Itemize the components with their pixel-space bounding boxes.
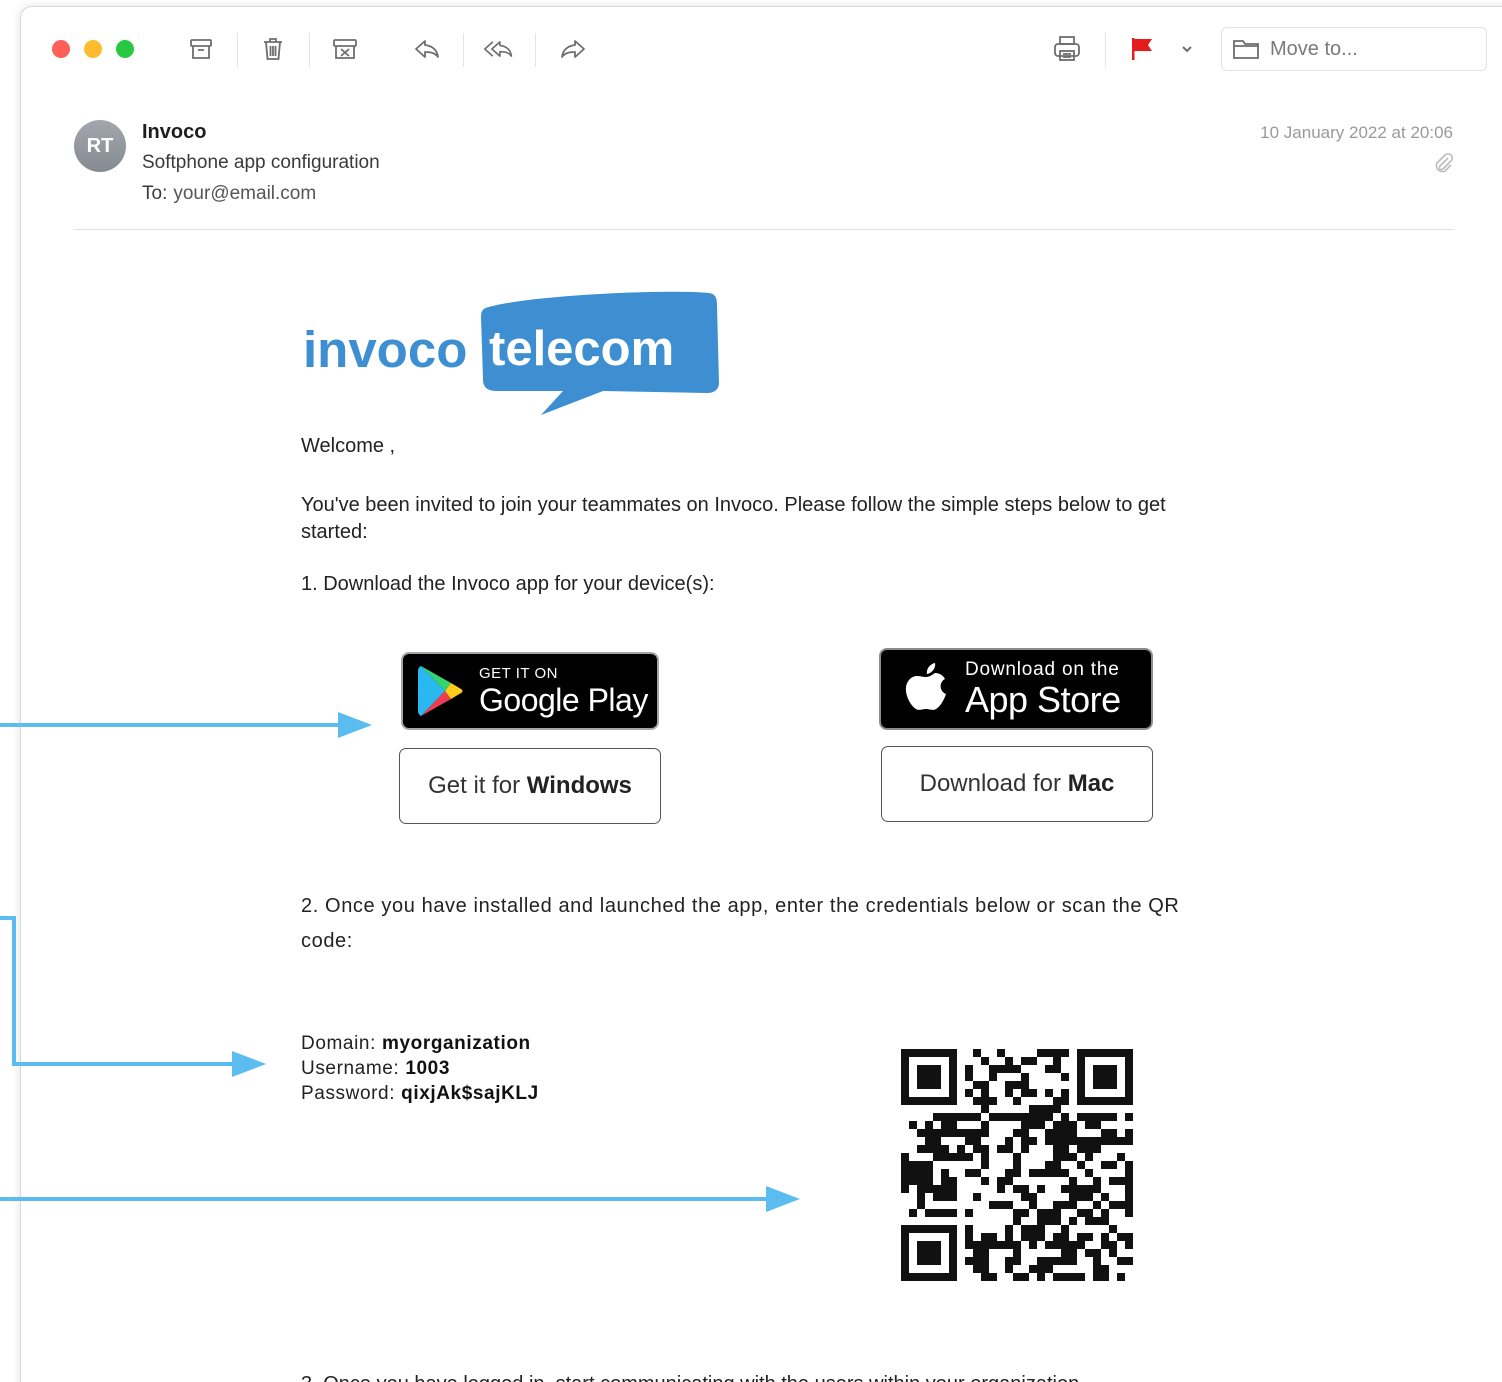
to-label: To: (142, 183, 168, 204)
app-store-small-text: Download on the (965, 659, 1120, 680)
toolbar: Move to... (21, 7, 1502, 91)
delete-button[interactable] (257, 33, 289, 65)
toolbar-separator (237, 33, 238, 67)
message-date: 10 January 2022 at 20:06 (1260, 123, 1453, 142)
logo-word-telecom: telecom (489, 322, 674, 376)
reply-all-button[interactable] (483, 33, 515, 65)
step-2-text: 2. Once you have installed and launched … (301, 895, 1180, 952)
paperclip-icon (1435, 152, 1454, 173)
toolbar-separator (535, 33, 536, 67)
google-play-big-text: Google Play (479, 682, 648, 718)
invoco-telecom-logo: invoco telecom (301, 287, 721, 432)
attachment-indicator[interactable] (1433, 152, 1454, 179)
windows-button-prefix: Get it for (428, 772, 521, 799)
flag-button[interactable] (1125, 33, 1157, 65)
google-play-small-text: GET IT ON (479, 665, 558, 682)
minimize-window-button[interactable] (84, 40, 102, 58)
logo-word-invoco: invoco (303, 321, 467, 378)
username-row: Username: 1003 (301, 1056, 539, 1081)
windows-button-bold: Windows (526, 772, 632, 799)
archive-button[interactable] (185, 33, 217, 65)
toolbar-separator (463, 33, 464, 67)
domain-value: myorganization (381, 1033, 531, 1054)
junk-button[interactable] (329, 33, 361, 65)
download-for-mac-button[interactable]: Download for Mac (881, 746, 1153, 822)
message-subject: Softphone app configuration (142, 152, 380, 173)
stage: Move to... RT Invoco Softphone app confi… (0, 0, 1502, 1382)
folder-icon (1233, 40, 1259, 59)
zoom-window-button[interactable] (116, 40, 134, 58)
username-label: Username: (301, 1058, 400, 1079)
move-to-menu[interactable]: Move to... (1221, 27, 1487, 71)
welcome-text: Welcome , (301, 435, 396, 457)
password-value: qixjAk$sajKLJ (401, 1083, 539, 1104)
print-button[interactable] (1051, 33, 1083, 65)
domain-row: Domain: myorganization (301, 1031, 539, 1056)
flag-menu-button[interactable] (1171, 33, 1203, 65)
archive-icon (190, 39, 212, 59)
flag-icon (1132, 38, 1152, 60)
header-divider (74, 229, 1454, 230)
intro-paragraph: You've been invited to join your teammat… (301, 494, 1166, 543)
close-window-button[interactable] (52, 40, 70, 58)
google-play-icon (418, 666, 463, 716)
google-play-text: GET IT ON Google Play (479, 665, 648, 717)
username-value: 1003 (405, 1058, 450, 1079)
app-store-badge[interactable]: Download on the App Store (879, 648, 1153, 730)
credentials-block: Domain: myorganization Username: 1003 Pass… (301, 1031, 539, 1106)
password-row: Password: qixjAk$sajKLJ (301, 1081, 539, 1106)
mac-button-prefix: Download for (919, 770, 1062, 797)
mac-button-bold: Mac (1067, 770, 1115, 797)
toolbar-separator (1105, 33, 1106, 67)
domain-label: Domain: (301, 1033, 376, 1054)
get-it-for-windows-button[interactable]: Get it for Windows (399, 748, 661, 824)
forward-button[interactable] (557, 33, 589, 65)
password-label: Password: (301, 1083, 396, 1104)
app-store-text: Download on the App Store (965, 659, 1121, 719)
chevron-down-icon (1182, 46, 1192, 53)
recipient-line: To: your@email.com (142, 183, 316, 205)
app-store-big-text: App Store (965, 679, 1121, 720)
reply-icon (415, 40, 439, 58)
move-to-label: Move to... (1270, 37, 1358, 60)
toolbar-separator (309, 33, 310, 67)
reply-button[interactable] (411, 33, 443, 65)
reply-all-icon (483, 41, 513, 57)
apple-icon (905, 663, 946, 710)
trash-icon (264, 38, 282, 60)
mail-window: Move to... RT Invoco Softphone app confi… (20, 6, 1502, 1382)
step-1-text: 1. Download the Invoco app for your devi… (301, 573, 715, 595)
avatar: RT (74, 120, 126, 172)
junk-icon (333, 39, 357, 59)
google-play-badge[interactable]: GET IT ON Google Play (401, 652, 659, 730)
step-3-text: 3. Once you have logged in, start commun… (301, 1373, 1085, 1382)
qr-code (901, 1049, 1133, 1281)
print-icon (1054, 36, 1080, 61)
recipient-address[interactable]: your@email.com (173, 183, 316, 204)
forward-icon (561, 40, 585, 58)
sender-name: Invoco (142, 121, 207, 143)
